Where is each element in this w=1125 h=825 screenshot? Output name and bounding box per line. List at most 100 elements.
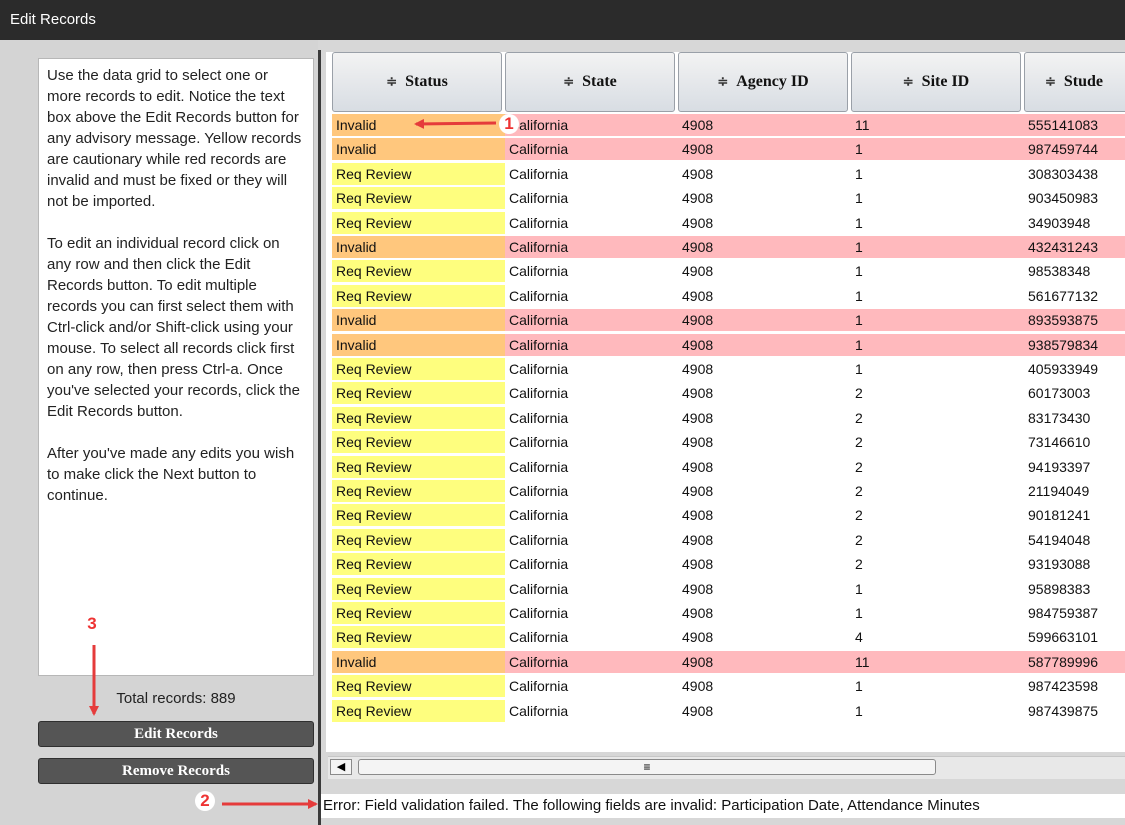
table-row[interactable]: Req Review California 4908 2 73146610 [326, 431, 1125, 454]
cell-student-id: 938579834 [1024, 333, 1125, 356]
cell-student-id: 432431243 [1024, 236, 1125, 258]
cell-site-id: 1 [851, 333, 1024, 356]
table-row[interactable]: Req Review California 4908 4 599663101 [326, 626, 1125, 649]
cell-student-id: 94193397 [1024, 455, 1125, 478]
cell-state: California [505, 480, 678, 502]
cell-status: Req Review [332, 382, 505, 405]
cell-state: California [505, 358, 678, 380]
cell-student-id: 599663101 [1024, 626, 1125, 649]
sort-icon: ≑ [717, 74, 729, 89]
cell-agency-id: 4908 [678, 333, 851, 356]
cell-status: Req Review [332, 577, 505, 600]
cell-site-id: 1 [851, 358, 1024, 380]
column-header-state[interactable]: ≑ State [505, 52, 675, 112]
cell-site-id: 1 [851, 675, 1024, 698]
table-row[interactable]: Req Review California 4908 1 34903948 [326, 211, 1125, 234]
table-row[interactable]: Invalid California 4908 1 938579834 [326, 333, 1125, 356]
table-row[interactable]: Invalid California 4908 11 587789996 [326, 650, 1125, 673]
table-row[interactable]: Req Review California 4908 2 54194048 [326, 528, 1125, 551]
edit-records-button[interactable]: Edit Records [38, 721, 314, 747]
table-row[interactable]: Req Review California 4908 1 903450983 [326, 187, 1125, 210]
cell-student-id: 987459744 [1024, 138, 1125, 161]
cell-student-id: 903450983 [1024, 187, 1125, 210]
cell-student-id: 21194049 [1024, 480, 1125, 502]
scrollbar-thumb[interactable]: ≡ [358, 759, 936, 775]
cell-state: California [505, 431, 678, 454]
cell-state: California [505, 333, 678, 356]
cell-state: California [505, 211, 678, 234]
cell-status: Invalid [332, 114, 505, 136]
help-text-box: Use the data grid to select one or more … [38, 58, 314, 676]
cell-site-id: 2 [851, 480, 1024, 502]
cell-site-id: 1 [851, 187, 1024, 210]
table-row[interactable]: Req Review California 4908 2 94193397 [326, 455, 1125, 478]
cell-status: Invalid [332, 138, 505, 161]
column-header-status[interactable]: ≑ Status [332, 52, 502, 112]
table-row[interactable]: Req Review California 4908 1 984759387 [326, 602, 1125, 624]
cell-site-id: 1 [851, 577, 1024, 600]
table-row[interactable]: Req Review California 4908 1 95898383 [326, 577, 1125, 600]
sort-icon: ≑ [386, 74, 398, 89]
table-row[interactable]: Req Review California 4908 2 90181241 [326, 504, 1125, 527]
table-row[interactable]: Req Review California 4908 2 21194049 [326, 480, 1125, 502]
cell-student-id: 308303438 [1024, 162, 1125, 185]
table-row[interactable]: Invalid California 4908 11 555141083 [326, 114, 1125, 136]
annotation-marker-1: 1 [499, 114, 519, 134]
table-row[interactable]: Req Review California 4908 1 561677132 [326, 284, 1125, 307]
cell-site-id: 11 [851, 114, 1024, 136]
cell-student-id: 405933949 [1024, 358, 1125, 380]
cell-site-id: 1 [851, 211, 1024, 234]
cell-agency-id: 4908 [678, 284, 851, 307]
cell-status: Req Review [332, 431, 505, 454]
cell-agency-id: 4908 [678, 528, 851, 551]
cell-status: Req Review [332, 699, 505, 722]
cell-status: Req Review [332, 553, 505, 576]
table-row[interactable]: Invalid California 4908 1 987459744 [326, 138, 1125, 161]
table-row[interactable]: Req Review California 4908 2 60173003 [326, 382, 1125, 405]
scroll-left-icon[interactable]: ◀ [330, 759, 352, 775]
column-header-site-id[interactable]: ≑ Site ID [851, 52, 1021, 112]
cell-student-id: 54194048 [1024, 528, 1125, 551]
table-row[interactable]: Req Review California 4908 2 83173430 [326, 406, 1125, 429]
cell-agency-id: 4908 [678, 577, 851, 600]
cell-state: California [505, 577, 678, 600]
cell-state: California [505, 553, 678, 576]
cell-student-id: 555141083 [1024, 114, 1125, 136]
cell-agency-id: 4908 [678, 480, 851, 502]
table-row[interactable]: Req Review California 4908 1 987423598 [326, 675, 1125, 698]
cell-site-id: 1 [851, 260, 1024, 283]
table-row[interactable]: Invalid California 4908 1 893593875 [326, 309, 1125, 332]
cell-student-id: 98538348 [1024, 260, 1125, 283]
column-header-student-id[interactable]: ≑ Stude [1024, 52, 1125, 112]
cell-site-id: 2 [851, 431, 1024, 454]
cell-state: California [505, 626, 678, 649]
remove-records-button[interactable]: Remove Records [38, 758, 314, 784]
cell-agency-id: 4908 [678, 162, 851, 185]
cell-state: California [505, 236, 678, 258]
cell-agency-id: 4908 [678, 626, 851, 649]
table-row[interactable]: Req Review California 4908 1 308303438 [326, 162, 1125, 185]
cell-state: California [505, 382, 678, 405]
table-row[interactable]: Req Review California 4908 1 987439875 [326, 699, 1125, 722]
cell-status: Invalid [332, 333, 505, 356]
column-header-agency-id[interactable]: ≑ Agency ID [678, 52, 848, 112]
cell-student-id: 90181241 [1024, 504, 1125, 527]
cell-student-id: 587789996 [1024, 650, 1125, 673]
annotation-marker-3: 3 [82, 614, 102, 634]
cell-status: Req Review [332, 358, 505, 380]
cell-agency-id: 4908 [678, 602, 851, 624]
panel-splitter[interactable] [318, 50, 321, 825]
table-row[interactable]: Req Review California 4908 1 98538348 [326, 260, 1125, 283]
horizontal-scrollbar[interactable]: ◀ ≡ [328, 756, 1125, 779]
table-row[interactable]: Invalid California 4908 1 432431243 [326, 236, 1125, 258]
table-row[interactable]: Req Review California 4908 1 405933949 [326, 358, 1125, 380]
cell-status: Req Review [332, 260, 505, 283]
cell-status: Req Review [332, 187, 505, 210]
cell-agency-id: 4908 [678, 382, 851, 405]
records-data-grid[interactable]: ≑ Status ≑ State ≑ Agency ID ≑ Site ID ≑ Stud… [326, 52, 1125, 752]
cell-state: California [505, 675, 678, 698]
cell-state: California [505, 138, 678, 161]
cell-site-id: 2 [851, 528, 1024, 551]
cell-status: Req Review [332, 626, 505, 649]
table-row[interactable]: Req Review California 4908 2 93193088 [326, 553, 1125, 576]
